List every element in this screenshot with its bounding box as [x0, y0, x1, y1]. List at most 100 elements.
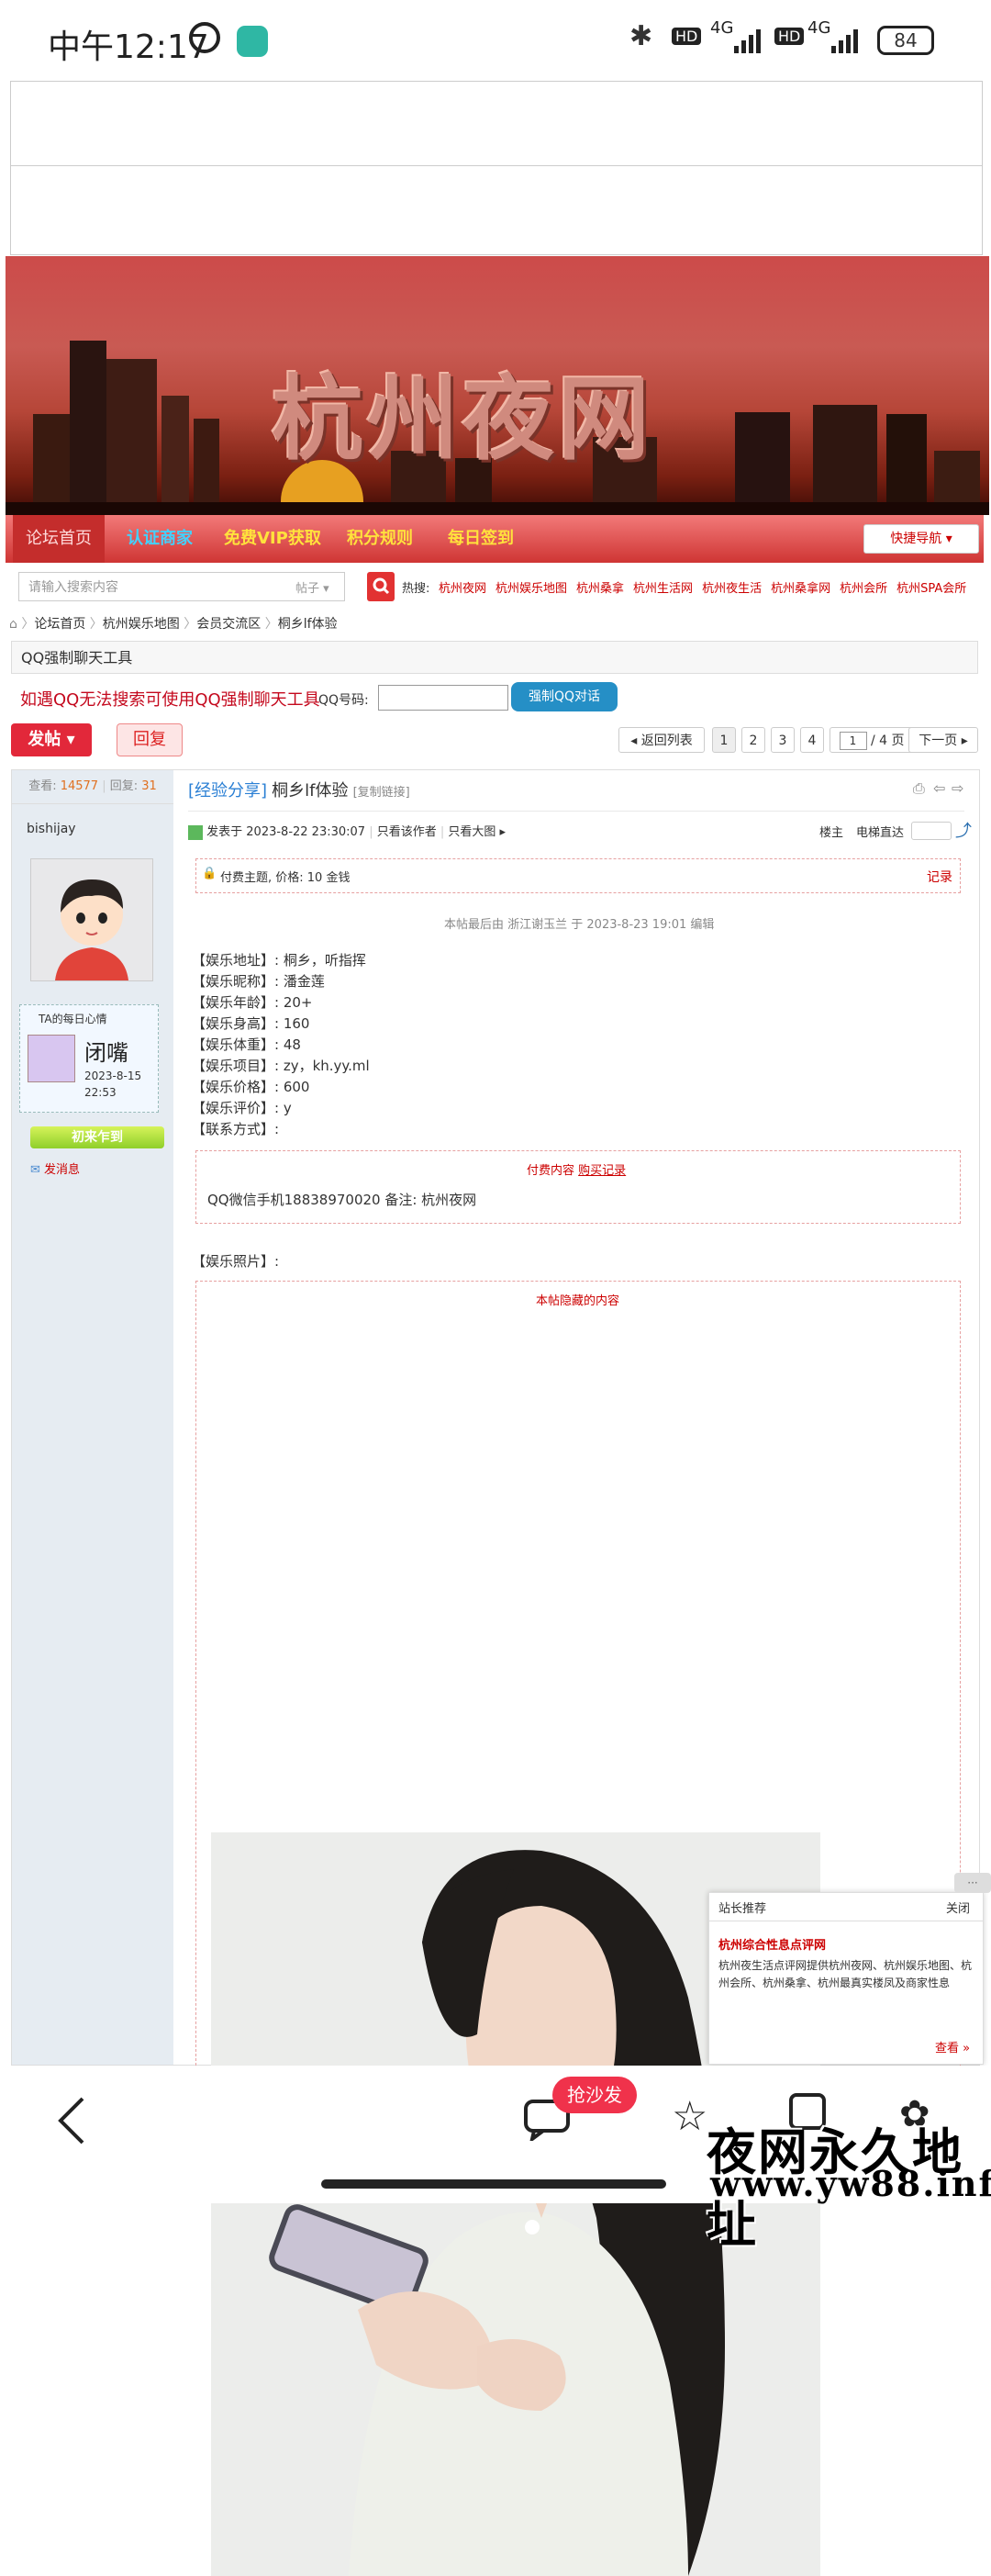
watermark-url: www.yw88.info [710, 2163, 991, 2204]
view-count: 14577 [60, 779, 99, 793]
hot-link[interactable]: 杭州夜生活 [702, 582, 762, 596]
back-to-list-button[interactable]: ◂ 返回列表 [618, 727, 705, 753]
page-jump: 1 / 4 页 [830, 727, 914, 753]
chat-float-icon[interactable]: ··· [954, 1873, 991, 1893]
hot-link[interactable]: 杭州桑拿 [576, 582, 624, 596]
breadcrumb-item[interactable]: 论坛首页 [34, 617, 85, 632]
app-notification-icon [237, 26, 268, 57]
next-thread-icon[interactable]: ⇨ [952, 779, 963, 797]
online-icon [188, 824, 203, 840]
hidden-content-label: 本帖隐藏的内容 [536, 1294, 620, 1308]
page-input[interactable]: 1 [839, 732, 867, 750]
search-icon [373, 577, 390, 595]
nav-item-signin[interactable]: 每日签到 [448, 515, 514, 563]
force-qq-button[interactable]: 强制QQ对话 [511, 682, 618, 711]
reply-button[interactable]: 回复 [117, 723, 183, 756]
field-row: 【娱乐年龄】: 20+ [192, 994, 313, 1011]
author-name[interactable]: bishijay [27, 822, 76, 836]
network-4g-1: 4G [710, 18, 734, 38]
copy-link[interactable]: [复制链接] [353, 786, 410, 800]
recommend-more-link[interactable]: 查看 » [935, 2038, 970, 2055]
comment-badge[interactable]: 抢沙发 [552, 2077, 637, 2113]
search-scope-select[interactable]: 帖子 ▾ [295, 578, 329, 596]
author-column: 查看: 14577 | 回复: 31 bishijay TA的每日心情 闭嘴 2… [12, 770, 173, 2065]
bottom-nav: 抢沙发 ☆ ✿ 夜网永久地址 www.yw88.info [0, 2066, 991, 2254]
home-indicator [321, 2179, 666, 2189]
send-message-link[interactable]: ✉ 发消息 [30, 1159, 80, 1177]
hot-link[interactable]: 杭州生活网 [633, 582, 693, 596]
quick-nav-button[interactable]: 快捷导航 ▾ [863, 524, 979, 554]
lock-icon: 🔒 [202, 867, 217, 880]
breadcrumb-item[interactable]: 杭州娱乐地图 [103, 617, 180, 632]
post-title: 桐乡lf体验 [272, 781, 349, 801]
next-page-button[interactable]: 下一页 ▸ [908, 727, 978, 753]
post-category[interactable]: [经验分享] [188, 781, 267, 801]
envelope-icon: ✉ [30, 1163, 40, 1177]
field-row: 【联系方式】: [192, 1121, 280, 1137]
jump-icon[interactable]: ⤴ [955, 818, 972, 842]
hd-badge-1: HD [672, 28, 702, 45]
nav-item-points[interactable]: 积分规则 [347, 515, 413, 563]
breadcrumb-item[interactable]: 桐乡lf体验 [278, 617, 338, 632]
page-4[interactable]: 4 [800, 727, 824, 753]
search-button[interactable] [367, 572, 395, 601]
recommend-headline[interactable]: 杭州综合性息点评网 [718, 1935, 826, 1953]
record-link[interactable]: 记录 [927, 868, 952, 886]
qq-label: QQ号码: [318, 693, 369, 708]
paid-content-header: 付费内容 购买记录 [527, 1164, 627, 1178]
status-bar: 中午12:17 ✱ HD 4G HD 4G 84 [0, 0, 991, 83]
field-row: 【娱乐身高】: 160 [192, 1015, 310, 1032]
star-icon[interactable]: ☆ [672, 2093, 707, 2140]
home-icon[interactable]: ⌂ [9, 617, 17, 632]
prev-thread-icon[interactable]: ⇦ [933, 779, 945, 797]
mood-time: 22:53 [84, 1086, 117, 1099]
avatar[interactable] [30, 858, 153, 981]
recommend-header: 站长推荐 关闭 [709, 1893, 983, 1921]
broken-image-2[interactable] [10, 165, 983, 255]
hot-link[interactable]: 杭州SPA会所 [896, 582, 966, 596]
paid-notice: 🔒 付费主题, 价格: 10 金钱 记录 [195, 858, 961, 893]
page-1[interactable]: 1 [712, 727, 736, 753]
field-row: 【娱乐价格】: 600 [192, 1079, 310, 1095]
hot-link[interactable]: 杭州娱乐地图 [496, 582, 567, 596]
network-4g-2: 4G [807, 18, 831, 38]
post-time: 发表于 2023-8-22 23:30:07 [206, 825, 366, 839]
breadcrumb-item[interactable]: 会员交流区 [196, 617, 261, 632]
battery-icon: 84 [877, 26, 934, 55]
qq-tool-row: 如遇QQ无法搜索可使用QQ强制聊天工具 QQ号码: 强制QQ对话 [11, 678, 978, 718]
signal-icon-1 [734, 28, 767, 57]
nav-item-certified[interactable]: 认证商家 [127, 515, 193, 563]
elevator-label: 电梯直达 [856, 826, 905, 840]
buy-record-link[interactable]: 购买记录 [578, 1164, 626, 1178]
field-row: 【娱乐地址】: 桐乡，听指挥 [192, 952, 366, 969]
floor-label: 楼主 [819, 826, 844, 840]
hot-link[interactable]: 杭州桑拿网 [771, 582, 830, 596]
bluetooth-icon: ✱ [629, 20, 653, 52]
recommend-close-button[interactable]: 关闭 [946, 1898, 970, 1916]
qq-number-field[interactable] [378, 685, 508, 711]
broken-image-1[interactable] [10, 81, 983, 167]
breadcrumb: ⌂ 〉论坛首页 〉杭州娱乐地图 〉会员交流区 〉桐乡lf体验 [9, 617, 338, 632]
only-author-link[interactable]: 只看该作者 [377, 825, 437, 839]
big-image-link[interactable]: 只看大图 ▸ [448, 825, 506, 839]
mood-title: TA的每日心情 [39, 1013, 107, 1025]
nav-item-vip[interactable]: 免费VIP获取 [224, 515, 321, 563]
signal-icon-2 [831, 28, 864, 57]
nav-home[interactable]: 论坛首页 [13, 515, 105, 563]
page-3[interactable]: 3 [771, 727, 795, 753]
hot-link[interactable]: 杭州夜网 [439, 582, 486, 596]
new-post-button[interactable]: 发帖 ▾ [11, 723, 92, 756]
page-2[interactable]: 2 [741, 727, 765, 753]
recommend-body: 杭州夜生活点评网提供杭州夜网、杭州娱乐地图、杭州会所、杭州桑拿、杭州最真实楼凤及… [718, 1959, 973, 1989]
recommend-popup: 站长推荐 关闭 杭州综合性息点评网 杭州夜生活点评网提供杭州夜网、杭州娱乐地图、… [708, 1892, 984, 2065]
medal-badge: 初来乍到 [30, 1126, 164, 1148]
back-icon[interactable] [55, 2095, 88, 2150]
clock: 中午12:17 [48, 28, 209, 66]
hot-link[interactable]: 杭州会所 [840, 582, 887, 596]
thread-stats: 查看: 14577 | 回复: 31 [12, 770, 173, 804]
elevator-input[interactable] [911, 822, 952, 840]
photos-label: 【娱乐照片】: [192, 1253, 280, 1270]
site-banner[interactable]: 杭州夜网 [6, 256, 989, 515]
print-icon[interactable]: ⎙ [913, 779, 925, 798]
post-table: 查看: 14577 | 回复: 31 bishijay TA的每日心情 闭嘴 2… [11, 769, 980, 2576]
